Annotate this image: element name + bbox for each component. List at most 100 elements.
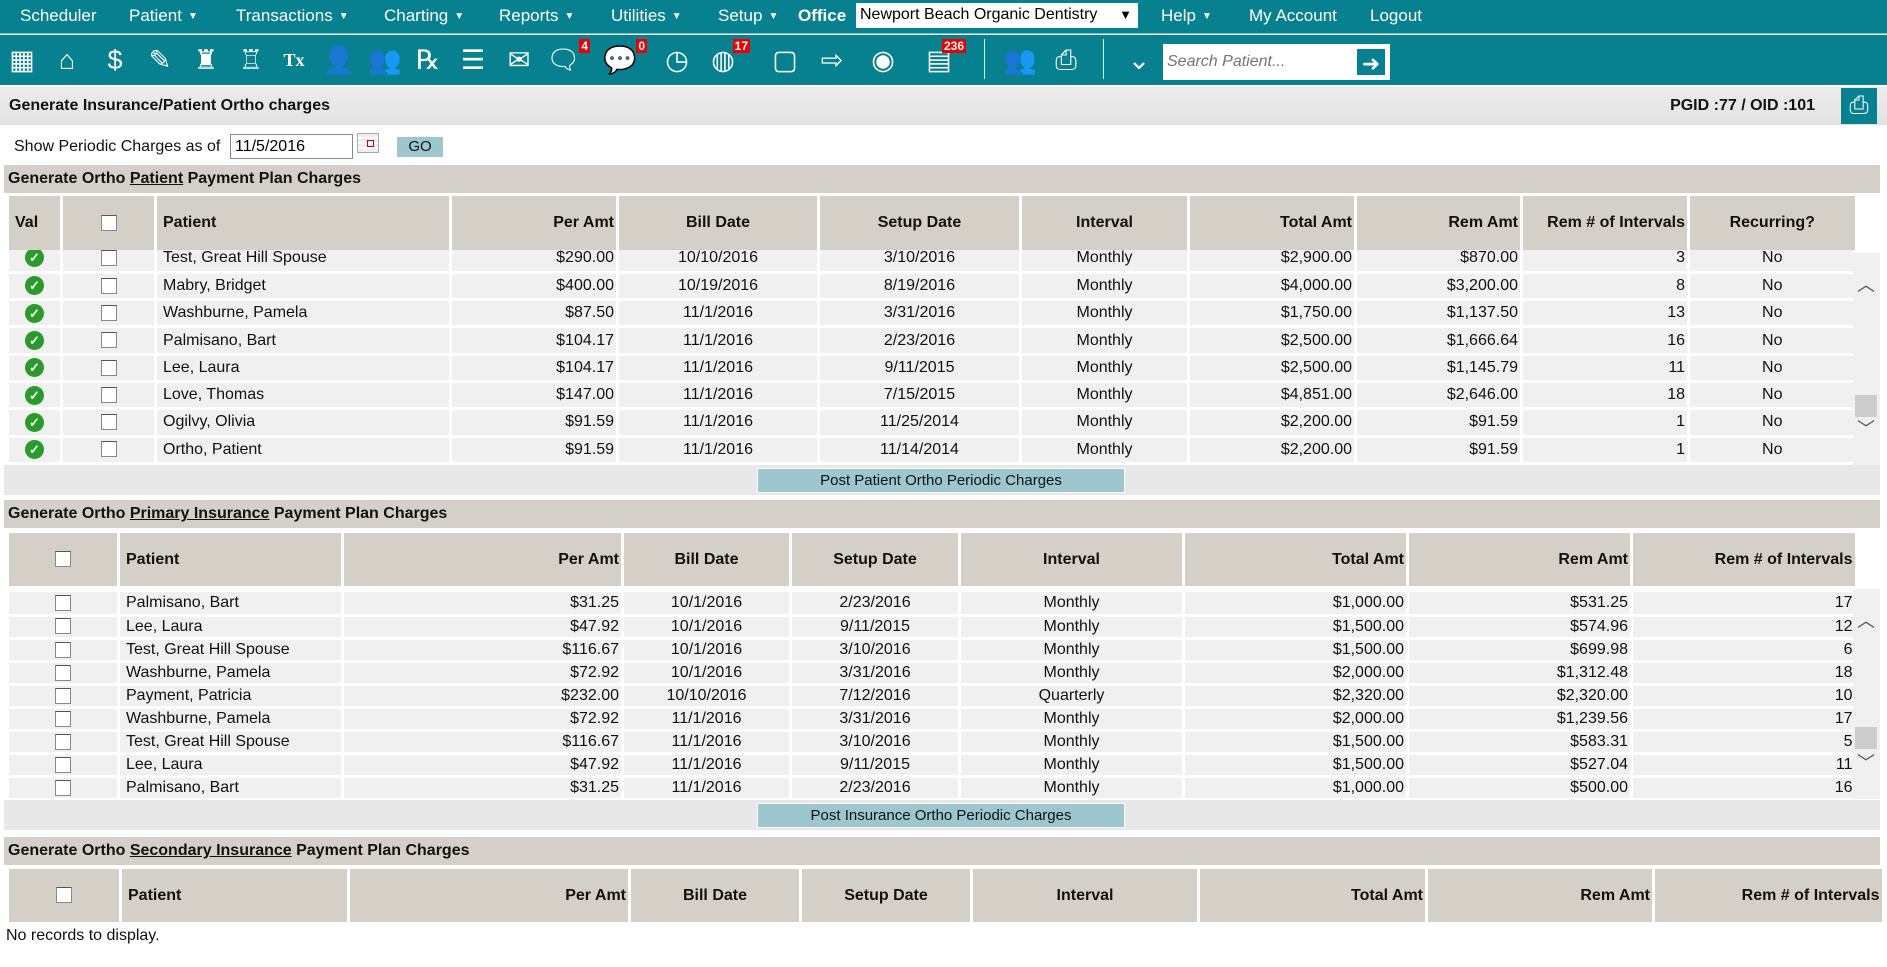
column-header[interactable]: Rem Amt bbox=[1406, 533, 1632, 586]
column-header[interactable] bbox=[6, 869, 121, 922]
as-of-date-input[interactable] bbox=[230, 134, 353, 159]
search-go-arrow-icon[interactable]: ➜ bbox=[1355, 47, 1387, 77]
column-header[interactable]: Total Amt bbox=[1187, 196, 1356, 250]
menu-patient[interactable]: Patient ▼ bbox=[129, 6, 198, 26]
tooth-crown-icon[interactable]: ♖ bbox=[234, 43, 268, 77]
calendar-icon[interactable] bbox=[357, 133, 379, 153]
office-select[interactable]: Newport Beach Organic Dentistry ▼ bbox=[856, 3, 1138, 28]
column-header[interactable]: Per Amt bbox=[341, 533, 623, 586]
column-header[interactable]: Total Amt bbox=[1197, 869, 1427, 922]
column-header[interactable]: Interval bbox=[1019, 196, 1189, 250]
column-header[interactable]: Bill Date bbox=[628, 869, 801, 922]
add-patient-icon[interactable]: 👤 bbox=[322, 43, 356, 77]
table-row[interactable]: Payment, Patricia $232.00 10/10/2016 7/12/2… bbox=[6, 684, 1853, 709]
online-patients-icon[interactable]: ◍ 17 bbox=[706, 39, 750, 77]
column-header[interactable]: Patient bbox=[154, 196, 451, 250]
xray-icon[interactable]: ▢ bbox=[768, 43, 802, 77]
scroll-up-icon[interactable]: ︿ bbox=[1857, 271, 1875, 297]
column-header[interactable]: Per Amt bbox=[449, 196, 618, 250]
column-header[interactable] bbox=[60, 196, 156, 250]
column-header[interactable]: Patient bbox=[119, 869, 349, 922]
column-header[interactable]: Setup Date bbox=[799, 869, 972, 922]
row-checkbox[interactable] bbox=[55, 733, 71, 750]
column-header[interactable]: Interval bbox=[958, 533, 1184, 586]
clock-icon[interactable]: ◷ bbox=[660, 43, 694, 77]
tooth-icon[interactable]: ♜ bbox=[189, 43, 223, 77]
row-checkbox[interactable] bbox=[100, 386, 117, 403]
row-checkbox[interactable] bbox=[55, 687, 71, 704]
column-header[interactable]: Rem Amt bbox=[1425, 869, 1654, 922]
chat-icon[interactable]: 💬 0 bbox=[603, 39, 647, 77]
print-icon[interactable]: ⎙ bbox=[1841, 88, 1877, 124]
primary-section-post-button[interactable]: Post Insurance Ortho Periodic Charges bbox=[757, 803, 1125, 828]
menu-logout[interactable]: Logout bbox=[1370, 6, 1422, 26]
column-header[interactable]: Rem # of Intervals bbox=[1652, 869, 1882, 922]
globe-icon[interactable]: ◉ bbox=[866, 43, 900, 77]
menu-scheduler[interactable]: Scheduler bbox=[20, 6, 97, 26]
row-checkbox[interactable] bbox=[100, 414, 117, 431]
dollar-transfer-icon[interactable]: $ bbox=[98, 43, 132, 77]
table-row[interactable]: Lee, Laura $47.92 11/1/2016 9/11/2015 Monthl… bbox=[6, 753, 1853, 779]
column-header[interactable]: Recurring? bbox=[1687, 196, 1855, 250]
row-checkbox[interactable] bbox=[100, 332, 117, 349]
table-row[interactable]: ✓ Washburne, Pamela $87.50 11/1/2016 3/31/20… bbox=[6, 299, 1853, 329]
column-header[interactable]: Interval bbox=[970, 869, 1199, 922]
menu-reports[interactable]: Reports ▼ bbox=[499, 6, 574, 26]
scroll-thumb[interactable] bbox=[1855, 727, 1877, 749]
select-all-checkbox[interactable] bbox=[56, 887, 72, 904]
menu-transactions[interactable]: Transactions ▼ bbox=[236, 6, 349, 26]
expand-chevron-icon[interactable]: ⌄ bbox=[1122, 43, 1156, 77]
column-header[interactable]: Bill Date bbox=[616, 196, 819, 250]
table-row[interactable]: Washburne, Pamela $72.92 11/1/2016 3/31/201… bbox=[6, 707, 1853, 733]
notepad-icon[interactable]: ☰ bbox=[456, 43, 490, 77]
row-checkbox[interactable] bbox=[55, 618, 71, 635]
row-checkbox[interactable] bbox=[55, 710, 71, 727]
column-header[interactable]: Rem # of Intervals bbox=[1520, 196, 1689, 250]
claims-icon[interactable]: ▤ 236 bbox=[922, 39, 966, 77]
row-checkbox[interactable] bbox=[55, 780, 71, 797]
row-checkbox[interactable] bbox=[55, 664, 71, 681]
select-all-checkbox[interactable] bbox=[55, 551, 71, 568]
table-row[interactable]: Test, Great Hill Spouse $116.67 10/1/2016 3… bbox=[6, 638, 1853, 663]
table-row[interactable]: ✓ Test, Great Hill Spouse $290.00 10/10/201… bbox=[6, 250, 1853, 274]
scroll-thumb[interactable] bbox=[1855, 395, 1877, 417]
column-header[interactable] bbox=[6, 533, 119, 586]
home-icon[interactable]: ⌂ bbox=[50, 43, 84, 77]
scroll-up-icon[interactable]: ︿ bbox=[1857, 607, 1875, 633]
menu-help[interactable]: Help ▼ bbox=[1161, 6, 1212, 26]
select-all-checkbox[interactable] bbox=[100, 214, 117, 231]
column-header[interactable]: Rem Amt bbox=[1354, 196, 1522, 250]
print-forms-icon[interactable]: ⎙ bbox=[1049, 43, 1083, 77]
table-row[interactable]: ✓ Ogilvy, Olivia $91.59 11/1/2016 11/25/2014… bbox=[6, 408, 1853, 438]
add-family-icon[interactable]: 👥 bbox=[368, 43, 402, 77]
search-patient-input[interactable] bbox=[1163, 44, 1348, 80]
column-header[interactable]: Rem # of Intervals bbox=[1630, 533, 1855, 586]
table-row[interactable]: Palmisano, Bart $31.25 11/1/2016 2/23/2016 M… bbox=[6, 776, 1853, 801]
menu-my-account[interactable]: My Account bbox=[1249, 6, 1337, 26]
column-header[interactable]: Per Amt bbox=[347, 869, 630, 922]
column-header[interactable]: Bill Date bbox=[621, 533, 791, 586]
column-header[interactable]: Total Amt bbox=[1182, 533, 1408, 586]
table-row[interactable]: ✓ Love, Thomas $147.00 11/1/2016 7/15/2015 Mo… bbox=[6, 381, 1853, 411]
table-row[interactable]: Palmisano, Bart $31.25 10/1/2016 2/23/2016 M… bbox=[6, 592, 1853, 617]
table-row[interactable]: ✓ Lee, Laura $104.17 11/1/2016 9/11/2015 Mont… bbox=[6, 354, 1853, 384]
mail-icon[interactable]: ✉ bbox=[502, 43, 536, 77]
column-header[interactable]: Patient bbox=[117, 533, 343, 586]
table-row[interactable]: ✓ Mabry, Bridget $400.00 10/19/2016 8/19/201… bbox=[6, 272, 1853, 302]
row-checkbox[interactable] bbox=[55, 756, 71, 773]
row-checkbox[interactable] bbox=[100, 441, 117, 458]
menu-utilities[interactable]: Utilities ▼ bbox=[611, 6, 682, 26]
table-row[interactable]: ✓ Palmisano, Bart $104.17 11/1/2016 2/23/201… bbox=[6, 326, 1853, 356]
edit-list-icon[interactable]: ✎ bbox=[143, 43, 177, 77]
treatment-tx-icon[interactable]: Tx bbox=[277, 43, 311, 77]
row-checkbox[interactable] bbox=[100, 277, 117, 294]
users-icon[interactable]: 👥 bbox=[1003, 43, 1037, 77]
patient-section-post-button[interactable]: Post Patient Ortho Periodic Charges bbox=[757, 468, 1125, 493]
table-row[interactable]: Lee, Laura $47.92 10/1/2016 9/11/2015 Monthl… bbox=[6, 615, 1853, 640]
row-checkbox[interactable] bbox=[100, 359, 117, 376]
table-row[interactable]: ✓ Ortho, Patient $91.59 11/1/2016 11/14/2014… bbox=[6, 436, 1853, 465]
messages-icon[interactable]: 🗨 4 bbox=[546, 39, 590, 77]
table-row[interactable]: Test, Great Hill Spouse $116.67 11/1/2016 3… bbox=[6, 730, 1853, 756]
vertical-scrollbar[interactable]: ︿ ﹀ bbox=[1853, 253, 1880, 465]
export-icon[interactable]: ⇨ bbox=[815, 43, 849, 77]
